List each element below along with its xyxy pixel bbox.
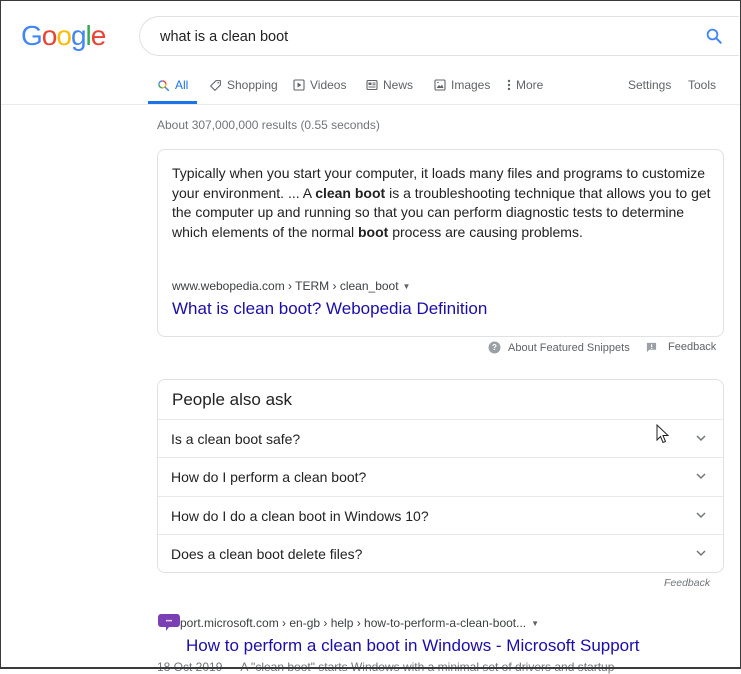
paa-question[interactable]: How do I do a clean boot in Windows 10?	[158, 496, 723, 535]
logo-letter: g	[70, 20, 87, 51]
tab-label: News	[383, 78, 414, 92]
snippet-highlight: clean boot	[315, 184, 386, 201]
chevron-down-icon[interactable]	[695, 509, 707, 521]
more-vert-icon	[507, 79, 511, 91]
result-title-link[interactable]: How to perform a clean boot in Windows -…	[186, 636, 640, 656]
chevron-down-icon[interactable]	[695, 547, 707, 559]
logo-letter: G	[21, 20, 43, 51]
result-snippet: 18 Oct 2019 — A "clean boot" starts Wind…	[157, 660, 615, 674]
search-box[interactable]	[139, 16, 739, 56]
paa-question-text: How do I perform a clean boot?	[171, 469, 367, 485]
result-stats: About 307,000,000 results (0.55 seconds)	[157, 118, 380, 132]
paa-question[interactable]: How do I perform a clean boot?	[158, 457, 723, 496]
tools-label: Tools	[688, 78, 717, 92]
search-icon	[158, 79, 170, 91]
snippet-text-part: process are causing problems.	[388, 223, 583, 240]
about-featured-snippets[interactable]: ? About Featured Snippets	[488, 341, 630, 354]
paa-question-text: How do I do a clean boot in Windows 10?	[171, 508, 429, 524]
overlay-badge-icon: •••	[158, 614, 180, 631]
caret-down-icon[interactable]: ▼	[531, 619, 539, 628]
tools-link[interactable]: Tools	[688, 78, 716, 92]
mouse-cursor-icon	[656, 424, 670, 444]
tab-label: Videos	[310, 78, 347, 92]
logo-letter: o	[41, 20, 58, 51]
result-url[interactable]: port.microsoft.com › en-gb › help › how-…	[180, 616, 539, 630]
tab-videos[interactable]: Videos	[293, 78, 346, 92]
about-label: About Featured Snippets	[508, 341, 630, 354]
chevron-down-icon[interactable]	[695, 432, 707, 444]
svg-text:•••: •••	[166, 619, 172, 625]
tab-label: Images	[451, 78, 491, 92]
tab-label: All	[175, 78, 189, 92]
people-also-ask: People also ask Is a clean boot safe? Ho…	[157, 379, 724, 573]
paa-feedback-link[interactable]: Feedback	[664, 577, 710, 589]
image-icon	[434, 79, 446, 91]
paa-question-text: Does a clean boot delete files?	[171, 546, 363, 562]
featured-snippet: Typically when you start your computer, …	[157, 149, 724, 337]
feedback-label: Feedback	[668, 341, 717, 353]
help-icon: ?	[488, 341, 501, 354]
tab-all[interactable]: All	[157, 78, 188, 92]
chevron-down-icon[interactable]	[695, 470, 707, 482]
tab-news[interactable]: News	[366, 78, 413, 92]
snippet-url-text: www.webopedia.com › TERM › clean_boot	[172, 279, 399, 293]
google-logo[interactable]: Google	[21, 20, 107, 52]
result-url-text: port.microsoft.com › en-gb › help › how-…	[180, 616, 527, 630]
settings-label: Settings	[628, 78, 672, 92]
tab-shopping[interactable]: Shopping	[209, 78, 278, 92]
tab-more[interactable]: More	[507, 78, 543, 92]
tab-label: Shopping	[227, 78, 278, 92]
snippet-highlight: boot	[357, 223, 389, 240]
play-icon	[293, 79, 305, 91]
settings-link[interactable]: Settings	[628, 78, 671, 92]
snippet-url[interactable]: www.webopedia.com › TERM › clean_boot ▼	[172, 279, 410, 293]
header-divider	[0, 104, 741, 105]
logo-letter: o	[56, 20, 72, 51]
tag-icon	[210, 79, 221, 91]
search-input[interactable]	[158, 26, 682, 48]
caret-down-icon[interactable]: ▼	[403, 282, 411, 291]
feedback-icon	[646, 342, 657, 352]
paa-heading: People also ask	[172, 390, 293, 409]
search-icon[interactable]	[705, 27, 723, 45]
snippet-feedback[interactable]: Feedback	[646, 341, 716, 353]
tab-images[interactable]: Images	[434, 78, 490, 92]
newspaper-icon	[366, 79, 378, 91]
svg-text:?: ?	[492, 343, 497, 352]
tab-label: More	[516, 78, 544, 92]
paa-question[interactable]: Does a clean boot delete files?	[158, 534, 723, 572]
snippet-text: Typically when you start your computer, …	[172, 164, 712, 242]
paa-question[interactable]: Is a clean boot safe?	[158, 419, 723, 458]
logo-letter: e	[90, 20, 107, 51]
snippet-title-link[interactable]: What is clean boot? Webopedia Definition	[172, 299, 487, 319]
paa-question-text: Is a clean boot safe?	[171, 431, 301, 447]
